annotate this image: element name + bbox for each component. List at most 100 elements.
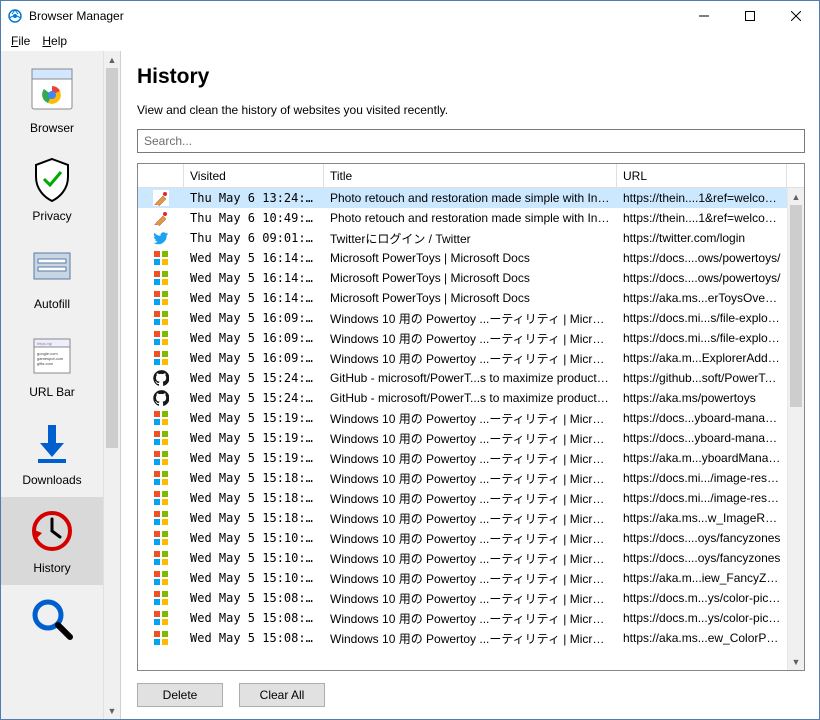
table-row[interactable]: Thu May 6 13:24:39 2021Photo retouch and… (138, 188, 787, 208)
cell-title: Windows 10 用の Powertoy ...ーティリティ | Micro… (324, 490, 617, 507)
magnifier-icon (26, 593, 78, 645)
table-row[interactable]: Wed May 5 15:10:10 2021Windows 10 用の Pow… (138, 568, 787, 588)
column-header-icon[interactable] (138, 164, 184, 187)
menu-file[interactable]: File (5, 32, 36, 50)
github-favicon (138, 390, 184, 406)
cell-title: Microsoft PowerToys | Microsoft Docs (324, 291, 617, 305)
cell-url: https://docs.mi.../image-resizer (617, 491, 787, 505)
cell-url: https://thein....1&ref=welcome (617, 191, 787, 205)
table-row[interactable]: Wed May 5 15:18:16 2021Windows 10 用の Pow… (138, 508, 787, 528)
inpaint-favicon (138, 190, 184, 206)
sidebar-item-label: Downloads (22, 473, 81, 487)
clear-all-button[interactable]: Clear All (239, 683, 325, 707)
ms-favicon (138, 610, 184, 626)
table-row[interactable]: Wed May 5 16:14:28 2021Microsoft PowerTo… (138, 248, 787, 268)
main-panel: History View and clean the history of we… (121, 51, 819, 719)
table-row[interactable]: Wed May 5 15:24:29 2021GitHub - microsof… (138, 388, 787, 408)
cell-visited: Wed May 5 15:18:16 2021 (184, 471, 324, 485)
scroll-down-icon[interactable]: ▼ (104, 702, 120, 719)
close-button[interactable] (773, 1, 819, 31)
sidebar-item-history[interactable]: History (1, 497, 103, 585)
ms-favicon (138, 310, 184, 326)
cell-url: https://docs.mi.../image-resizer (617, 471, 787, 485)
cell-url: https://docs....ows/powertoys/ (617, 251, 787, 265)
table-row[interactable]: Wed May 5 15:08:28 2021Windows 10 用の Pow… (138, 628, 787, 648)
cell-visited: Wed May 5 15:18:16 2021 (184, 491, 324, 505)
cell-url: https://docs....oys/fancyzones (617, 531, 787, 545)
table-row[interactable]: Wed May 5 15:24:29 2021GitHub - microsof… (138, 368, 787, 388)
sidebar-item-autofill[interactable]: Autofill (1, 233, 103, 321)
cell-title: Windows 10 用の Powertoy ...ーティリティ | Micro… (324, 590, 617, 607)
sidebar-item-browser[interactable]: Browser (1, 57, 103, 145)
table-row[interactable]: Wed May 5 16:09:07 2021Windows 10 用の Pow… (138, 348, 787, 368)
cell-title: Windows 10 用の Powertoy ...ーティリティ | Micro… (324, 610, 617, 627)
ms-favicon (138, 450, 184, 466)
search-input[interactable] (137, 129, 805, 153)
table-row[interactable]: Wed May 5 16:14:28 2021Microsoft PowerTo… (138, 268, 787, 288)
table-row[interactable]: Wed May 5 16:09:07 2021Windows 10 用の Pow… (138, 328, 787, 348)
sidebar-item-label: Privacy (32, 209, 71, 223)
sidebar-scrollbar[interactable]: ▲ ▼ (103, 51, 120, 719)
table-row[interactable]: Wed May 5 15:18:16 2021Windows 10 用の Pow… (138, 468, 787, 488)
form-icon (26, 241, 78, 293)
table-row[interactable]: Wed May 5 15:19:40 2021Windows 10 用の Pow… (138, 448, 787, 468)
history-table: Visited Title URL Thu May 6 13:24:39 202… (137, 163, 805, 671)
cell-title: Twitterにログイン / Twitter (324, 230, 617, 247)
scroll-up-icon[interactable]: ▲ (104, 51, 120, 68)
cell-url: https://aka.ms...erToysOverview (617, 291, 787, 305)
ms-favicon (138, 470, 184, 486)
cell-title: Windows 10 用の Powertoy ...ーティリティ | Micro… (324, 470, 617, 487)
github-favicon (138, 370, 184, 386)
table-row[interactable]: Wed May 5 15:08:28 2021Windows 10 用の Pow… (138, 588, 787, 608)
table-row[interactable]: Thu May 6 09:01:50 2021Twitterにログイン / Tw… (138, 228, 787, 248)
table-row[interactable]: Thu May 6 10:49:49 2021Photo retouch and… (138, 208, 787, 228)
scrollbar-thumb[interactable] (790, 205, 802, 407)
cell-title: Photo retouch and restoration made simpl… (324, 211, 617, 225)
cell-visited: Wed May 5 15:19:40 2021 (184, 451, 324, 465)
table-row[interactable]: Wed May 5 15:19:40 2021Windows 10 用の Pow… (138, 408, 787, 428)
twitter-favicon (138, 230, 184, 246)
cell-visited: Wed May 5 15:08:28 2021 (184, 631, 324, 645)
ms-favicon (138, 410, 184, 426)
menu-help[interactable]: Help (36, 32, 73, 50)
shield-icon (26, 153, 78, 205)
cell-title: Windows 10 用の Powertoy ...ーティリティ | Micro… (324, 530, 617, 547)
scroll-down-icon[interactable]: ▼ (788, 653, 804, 670)
sidebar-item-search[interactable] (1, 585, 103, 659)
cell-title: Microsoft PowerToys | Microsoft Docs (324, 271, 617, 285)
table-row[interactable]: Wed May 5 15:19:40 2021Windows 10 用の Pow… (138, 428, 787, 448)
sidebar-item-label: Autofill (34, 297, 70, 311)
table-row[interactable]: Wed May 5 15:10:10 2021Windows 10 用の Pow… (138, 528, 787, 548)
table-row[interactable]: Wed May 5 15:18:16 2021Windows 10 用の Pow… (138, 488, 787, 508)
cell-title: Windows 10 用の Powertoy ...ーティリティ | Micro… (324, 570, 617, 587)
column-header-visited[interactable]: Visited (184, 164, 324, 187)
chrome-icon (26, 65, 78, 117)
scrollbar-thumb[interactable] (106, 68, 118, 448)
table-row[interactable]: Wed May 5 16:14:28 2021Microsoft PowerTo… (138, 288, 787, 308)
app-icon (7, 8, 23, 24)
sidebar: Browser Privacy Autofill https://glgoogle.c… (1, 51, 121, 719)
column-header-title[interactable]: Title (324, 164, 617, 187)
maximize-button[interactable] (727, 1, 773, 31)
sidebar-item-privacy[interactable]: Privacy (1, 145, 103, 233)
table-row[interactable]: Wed May 5 16:09:07 2021Windows 10 用の Pow… (138, 308, 787, 328)
footer-buttons: Delete Clear All (137, 671, 805, 707)
cell-visited: Wed May 5 15:19:40 2021 (184, 411, 324, 425)
scroll-up-icon[interactable]: ▲ (788, 188, 804, 205)
sidebar-item-urlbar[interactable]: https://glgoogle.comgamespot.comgifts.co… (1, 321, 103, 409)
minimize-button[interactable] (681, 1, 727, 31)
cell-url: https://docs....oys/fancyzones (617, 551, 787, 565)
cell-visited: Thu May 6 09:01:50 2021 (184, 231, 324, 245)
ms-favicon (138, 290, 184, 306)
delete-button[interactable]: Delete (137, 683, 223, 707)
cell-title: Windows 10 用の Powertoy ...ーティリティ | Micro… (324, 410, 617, 427)
window-title: Browser Manager (29, 9, 681, 23)
sidebar-item-downloads[interactable]: Downloads (1, 409, 103, 497)
cell-title: Windows 10 用の Powertoy ...ーティリティ | Micro… (324, 550, 617, 567)
titlebar: Browser Manager (1, 1, 819, 31)
table-row[interactable]: Wed May 5 15:08:28 2021Windows 10 用の Pow… (138, 608, 787, 628)
cell-url: https://docs.mi...s/file-explorer (617, 311, 787, 325)
column-header-url[interactable]: URL (617, 164, 787, 187)
table-row[interactable]: Wed May 5 15:10:10 2021Windows 10 用の Pow… (138, 548, 787, 568)
table-scrollbar[interactable]: ▲ ▼ (787, 188, 804, 670)
